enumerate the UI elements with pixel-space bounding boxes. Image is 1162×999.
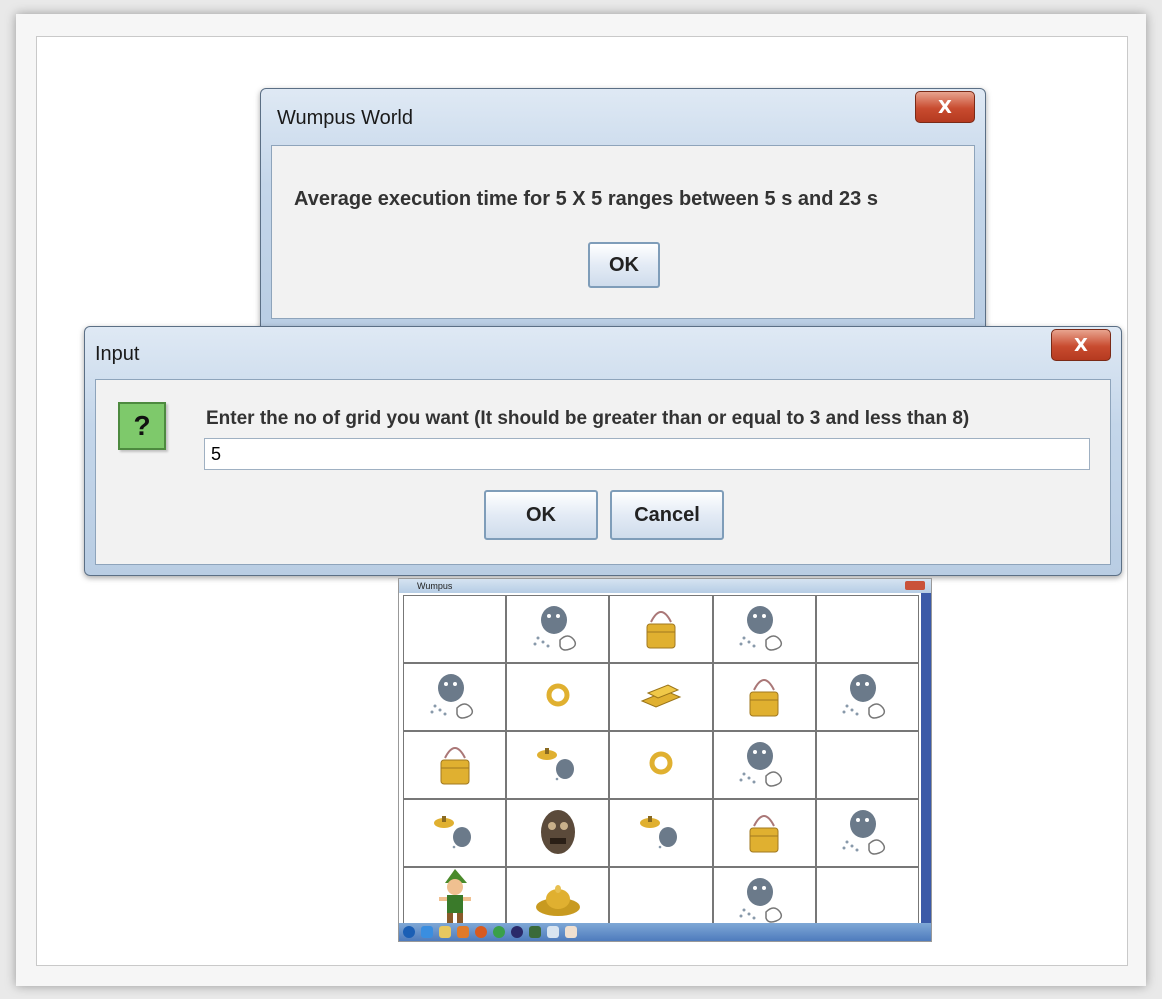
wumpus-stench-icon — [736, 602, 792, 657]
app-icon[interactable] — [511, 926, 523, 938]
breeze-icon — [543, 680, 573, 715]
grid-cell-1-1 — [506, 663, 610, 731]
java-icon[interactable] — [565, 926, 577, 938]
media-icon[interactable] — [457, 926, 469, 938]
pit-icon — [744, 806, 784, 861]
grid-cell-0-0 — [403, 595, 507, 663]
chrome-icon[interactable] — [493, 926, 505, 938]
ie-icon[interactable] — [421, 926, 433, 938]
grid-cell-2-3 — [712, 731, 816, 799]
grid-cell-1-0 — [403, 663, 507, 731]
grid-cell-1-2 — [609, 663, 713, 731]
wumpus-stench-icon — [736, 874, 792, 929]
cancel-button[interactable]: Cancel — [610, 490, 724, 540]
ok-button[interactable]: OK — [588, 242, 660, 288]
wumpus-stench-icon — [427, 670, 483, 725]
grid-cell-2-4 — [815, 731, 919, 799]
stench-breeze-icon — [432, 811, 478, 856]
wumpus-stench-icon — [839, 670, 895, 725]
dialog-title: Input — [95, 343, 140, 365]
dialog-title: Wumpus World — [277, 107, 413, 129]
grid-cell-0-4 — [815, 595, 919, 663]
wumpus-stench-icon — [530, 602, 586, 657]
grid-cell-1-3 — [712, 663, 816, 731]
game-title-bar: Wumpus — [399, 579, 931, 593]
input-prompt: Enter the no of grid you want (It should… — [206, 408, 970, 429]
grid-cell-3-0 — [403, 799, 507, 867]
close-button[interactable]: X — [915, 91, 975, 123]
grid-size-input[interactable] — [204, 438, 1090, 470]
close-icon: X — [1074, 334, 1088, 356]
wumpus-game-window: Wumpus — [398, 578, 932, 942]
wumpus-stench-icon — [736, 738, 792, 793]
grid-cell-2-0 — [403, 731, 507, 799]
wumpus-stench-icon — [839, 806, 895, 861]
pit-icon — [744, 670, 784, 725]
input-dialog: Input X ? Enter the no of grid you want … — [84, 326, 1122, 576]
grid-cell-3-1 — [506, 799, 610, 867]
grid-cell-0-3 — [712, 595, 816, 663]
breeze-icon — [646, 748, 676, 783]
app-icon[interactable] — [529, 926, 541, 938]
close-button[interactable]: X — [1051, 329, 1111, 361]
firefox-icon[interactable] — [475, 926, 487, 938]
game-close-button[interactable] — [905, 581, 925, 590]
gold-pile-icon — [533, 881, 583, 922]
grid-cell-2-2 — [609, 731, 713, 799]
close-icon: X — [938, 96, 952, 118]
stench-breeze-icon — [535, 743, 581, 788]
taskbar — [399, 923, 931, 941]
notepad-icon[interactable] — [547, 926, 559, 938]
wumpus-world-dialog: Wumpus World X Average execution time fo… — [260, 88, 986, 332]
grid-cell-3-2 — [609, 799, 713, 867]
gold-icon — [638, 677, 684, 718]
dialog-body: ? Enter the no of grid you want (It shou… — [95, 379, 1111, 565]
pit-icon — [435, 738, 475, 793]
start-icon[interactable] — [403, 926, 415, 938]
grid-cell-2-1 — [506, 731, 610, 799]
pit-icon — [641, 602, 681, 657]
wumpus-icon — [536, 806, 580, 861]
wumpus-grid — [403, 595, 919, 935]
grid-cell-3-3 — [712, 799, 816, 867]
dialog-body: Average execution time for 5 X 5 ranges … — [271, 145, 975, 319]
grid-cell-0-2 — [609, 595, 713, 663]
scrollbar[interactable] — [921, 593, 931, 925]
stench-breeze-icon — [638, 811, 684, 856]
folder-icon[interactable] — [439, 926, 451, 938]
grid-cell-1-4 — [815, 663, 919, 731]
ok-button[interactable]: OK — [484, 490, 598, 540]
grid-cell-3-4 — [815, 799, 919, 867]
dialog-message: Average execution time for 5 X 5 ranges … — [294, 188, 878, 210]
question-icon: ? — [118, 402, 166, 450]
grid-cell-0-1 — [506, 595, 610, 663]
